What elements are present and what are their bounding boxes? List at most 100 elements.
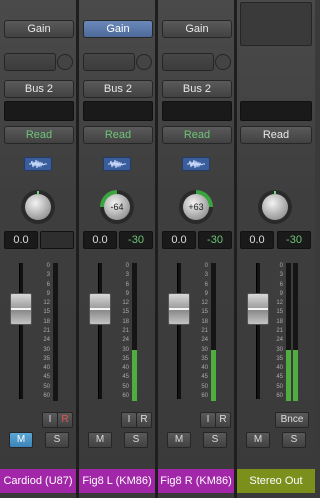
- waveform-icon[interactable]: [182, 157, 210, 171]
- volume-fader[interactable]: [89, 293, 111, 325]
- scale-tick: 40: [201, 365, 208, 372]
- scale-tick: 15: [43, 309, 50, 316]
- volume-fader[interactable]: [247, 293, 269, 325]
- record-enable-button[interactable]: R: [57, 412, 73, 428]
- scale-tick: 60: [201, 393, 208, 399]
- scale-tick: 45: [122, 374, 129, 381]
- volume-fader[interactable]: [10, 293, 32, 325]
- scale-tick: 15: [276, 309, 283, 316]
- bounce-button[interactable]: Bnce: [275, 412, 309, 428]
- mute-button[interactable]: M: [9, 432, 33, 448]
- scale-tick: 24: [276, 337, 283, 344]
- empty-slot: [240, 2, 312, 46]
- pan-knob[interactable]: -64: [100, 190, 134, 224]
- insert-slot[interactable]: [162, 53, 214, 71]
- scale-tick: 35: [276, 355, 283, 362]
- waveform-icon[interactable]: [24, 157, 52, 171]
- level-meter: [53, 263, 58, 401]
- solo-button[interactable]: S: [203, 432, 227, 448]
- scale-tick: 0: [46, 263, 50, 269]
- mute-button[interactable]: M: [167, 432, 191, 448]
- scale-tick: 30: [122, 346, 129, 353]
- scale-tick: 50: [122, 383, 129, 390]
- pan-value: -64: [104, 194, 130, 220]
- gain-button[interactable]: Gain: [162, 20, 232, 38]
- pan-knob[interactable]: +63: [179, 190, 213, 224]
- automation-read-button[interactable]: Read: [4, 126, 74, 144]
- track-name[interactable]: Fig8 R (KM86): [158, 469, 234, 493]
- scale-tick: 21: [201, 328, 208, 334]
- scale-tick: 50: [276, 383, 283, 390]
- peak-readout: -30: [198, 231, 232, 249]
- input-monitor-button[interactable]: I: [121, 412, 137, 428]
- scale-tick: 3: [46, 272, 50, 279]
- db-scale: 0 3 6 9 12 15 18 21 24 30 35 40 45 50 60: [115, 263, 129, 401]
- scale-tick: 30: [276, 346, 283, 353]
- fader-track: [98, 263, 102, 399]
- mute-button[interactable]: M: [88, 432, 112, 448]
- bus-send-button[interactable]: Bus 2: [4, 80, 74, 98]
- solo-button[interactable]: S: [45, 432, 69, 448]
- gain-button[interactable]: Gain: [83, 20, 153, 38]
- scale-tick: 40: [43, 365, 50, 372]
- io-slot[interactable]: [4, 101, 74, 121]
- channel-strip-fig8-l: Gain Bus 2 Read -64 0.0 -30 0 3 6 9 12 15 18 21…: [79, 0, 155, 498]
- pan-value: [25, 194, 51, 220]
- input-monitor-button[interactable]: I: [200, 412, 216, 428]
- scale-tick: 24: [201, 337, 208, 344]
- scale-tick: 60: [43, 393, 50, 399]
- volume-readout: 0.0: [240, 231, 274, 249]
- fader-area: 0 3 6 9 12 15 18 21 24 30 35 40 45 50 60: [0, 263, 76, 401]
- scale-tick: 21: [43, 328, 50, 334]
- insert-toggle[interactable]: [136, 54, 152, 70]
- scale-tick: 18: [122, 318, 129, 325]
- io-slot[interactable]: [162, 101, 232, 121]
- mute-button[interactable]: M: [246, 432, 270, 448]
- automation-read-button[interactable]: Read: [83, 126, 153, 144]
- waveform-icon[interactable]: [103, 157, 131, 171]
- scale-tick: 12: [276, 300, 283, 307]
- channel-strip-stereo-out: Read 0.0 -30 0 3 6 9 12 15 18 21 24 30 35 40 45 50 60 …: [237, 0, 315, 498]
- balance-knob[interactable]: [258, 190, 292, 224]
- io-slot[interactable]: [240, 101, 312, 121]
- insert-toggle[interactable]: [57, 54, 73, 70]
- scale-tick: 60: [276, 393, 283, 399]
- scale-tick: 18: [201, 318, 208, 325]
- scale-tick: 9: [125, 290, 129, 297]
- track-name[interactable]: Cardiod (U87): [0, 469, 76, 493]
- input-monitor-button[interactable]: I: [42, 412, 58, 428]
- level-meter-left: [286, 263, 291, 401]
- bus-send-button[interactable]: Bus 2: [162, 80, 232, 98]
- peak-readout: -30: [277, 231, 311, 249]
- channel-strip-cardiod: Gain Bus 2 Read 0.0 0 3 6 9 12 15 18 21 24 30 35 40…: [0, 0, 76, 498]
- scale-tick: 60: [122, 393, 129, 399]
- insert-slot[interactable]: [83, 53, 135, 71]
- automation-read-button[interactable]: Read: [162, 126, 232, 144]
- insert-slot[interactable]: [4, 53, 56, 71]
- pan-knob[interactable]: [21, 190, 55, 224]
- automation-read-button[interactable]: Read: [240, 126, 312, 144]
- record-enable-button[interactable]: R: [136, 412, 152, 428]
- bus-send-button[interactable]: Bus 2: [83, 80, 153, 98]
- scale-tick: 15: [122, 309, 129, 316]
- track-name[interactable]: Fig8 L (KM86): [79, 469, 155, 493]
- insert-toggle[interactable]: [215, 54, 231, 70]
- solo-button[interactable]: S: [282, 432, 306, 448]
- scale-tick: 50: [201, 383, 208, 390]
- scale-tick: 6: [204, 281, 208, 288]
- scale-tick: 12: [43, 300, 50, 307]
- scale-tick: 45: [201, 374, 208, 381]
- track-name[interactable]: Stereo Out: [237, 469, 315, 493]
- scale-tick: 6: [279, 281, 283, 288]
- gain-button[interactable]: Gain: [4, 20, 74, 38]
- scale-tick: 30: [201, 346, 208, 353]
- solo-button[interactable]: S: [124, 432, 148, 448]
- scale-tick: 30: [43, 346, 50, 353]
- level-meter-right: [293, 263, 298, 401]
- pan-value: +63: [183, 194, 209, 220]
- volume-fader[interactable]: [168, 293, 190, 325]
- scale-tick: 45: [276, 374, 283, 381]
- scale-tick: 21: [122, 328, 129, 334]
- io-slot[interactable]: [83, 101, 153, 121]
- record-enable-button[interactable]: R: [215, 412, 231, 428]
